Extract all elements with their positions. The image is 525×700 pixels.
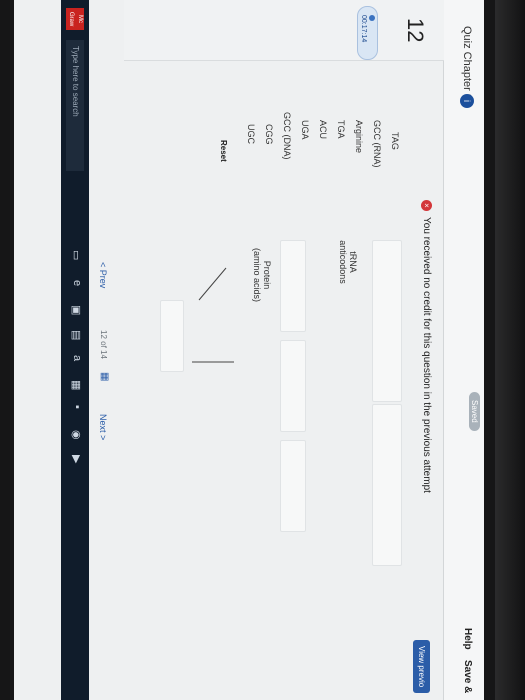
prev-button[interactable]: < Prev bbox=[98, 262, 108, 288]
grid-icon[interactable]: ▦ bbox=[99, 372, 110, 381]
windows-taskbar: ❖ Type here to search ▭ e ▣ ▤ a ▦ ▪ ◉ ▶ bbox=[61, 0, 89, 700]
task-view-icon[interactable]: ▭ bbox=[70, 250, 83, 260]
taskbar-search-input[interactable]: Type here to search bbox=[66, 40, 84, 171]
mcgraw-hill-logo: Mc Graw bbox=[66, 8, 84, 30]
photos-icon[interactable]: ▪ bbox=[71, 405, 83, 409]
chrome-icon[interactable]: ◉ bbox=[70, 430, 83, 440]
rotated-page: Quiz Chapter 9 i Saved Help Save & 12 00… bbox=[14, 0, 484, 700]
explorer-icon[interactable]: ▤ bbox=[70, 330, 83, 340]
amazon-icon[interactable]: a bbox=[71, 355, 83, 361]
edge-icon[interactable]: e bbox=[71, 280, 83, 286]
laptop-screen: Quiz Chapter 9 i Saved Help Save & 12 00… bbox=[14, 0, 484, 700]
page-indicator: 12 of 14 bbox=[99, 330, 108, 359]
media-icon[interactable]: ▶ bbox=[70, 455, 83, 463]
reset-button[interactable]: Reset bbox=[219, 140, 228, 162]
notes-icon[interactable]: ▦ bbox=[70, 380, 83, 390]
store-icon[interactable]: ▣ bbox=[70, 305, 83, 315]
next-button[interactable]: Next > bbox=[98, 414, 108, 440]
connector-line bbox=[198, 267, 227, 301]
background-wall bbox=[495, 0, 525, 700]
